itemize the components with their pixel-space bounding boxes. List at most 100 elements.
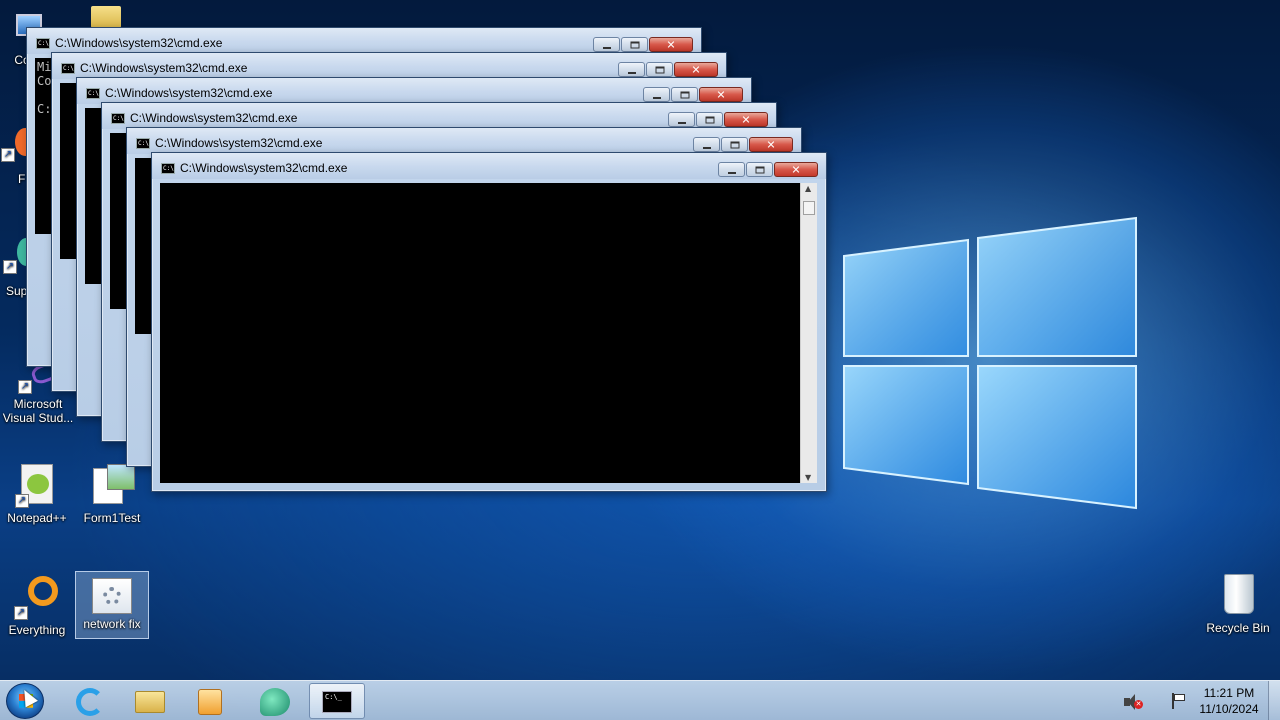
notification-area: ✕ <box>1118 681 1194 720</box>
windows-logo-wallpaper <box>843 216 1137 510</box>
maximize-icon <box>755 166 764 173</box>
window-titlebar[interactable]: C:\ C:\Windows\system32\cmd.exe ✕ <box>102 103 776 129</box>
cmd-window-6-active[interactable]: C:\ C:\Windows\system32\cmd.exe ✕ ▲ ▼ <box>151 152 827 492</box>
vertical-scrollbar[interactable]: ▲ ▼ <box>800 183 817 483</box>
cmd-app-icon: C:\ <box>86 88 100 99</box>
desktop-icon-network-fix[interactable]: network fix <box>75 571 149 639</box>
minimize-button[interactable] <box>668 112 695 127</box>
minimize-icon <box>702 146 711 149</box>
taskbar-media-player[interactable] <box>182 683 238 719</box>
desktop-icon-form1test[interactable]: Form1Test <box>74 462 150 525</box>
maximize-button[interactable] <box>721 137 748 152</box>
show-desktop-button[interactable] <box>1268 681 1280 720</box>
minimize-icon <box>627 71 636 74</box>
shortcut-arrow-icon: ↗ <box>14 606 28 620</box>
close-icon: ✕ <box>766 138 776 151</box>
minimize-icon <box>727 171 736 174</box>
minimize-button[interactable] <box>643 87 670 102</box>
folder-icon <box>91 6 121 28</box>
scroll-up-icon[interactable]: ▲ <box>805 184 811 193</box>
form-app-icon <box>89 462 135 508</box>
close-icon: ✕ <box>791 163 801 176</box>
clock-time: 11:21 PM <box>1203 686 1255 700</box>
shortcut-arrow-icon: ↗ <box>18 380 32 394</box>
close-button[interactable]: ✕ <box>774 162 818 177</box>
window-title: C:\Windows\system32\cmd.exe <box>155 136 323 150</box>
window-titlebar[interactable]: C:\ C:\Windows\system32\cmd.exe ✕ <box>152 153 826 179</box>
media-player-icon <box>198 689 222 715</box>
scroll-down-icon[interactable]: ▼ <box>805 473 811 482</box>
shortcut-arrow-icon: ↗ <box>3 260 17 274</box>
desktop-icon-label: F <box>18 172 26 186</box>
shortcut-arrow-icon: ↗ <box>15 494 29 508</box>
desktop-icon-label: Everything <box>8 623 66 637</box>
maximize-icon <box>655 66 664 73</box>
maximize-icon <box>680 91 689 98</box>
console-output[interactable] <box>160 183 800 483</box>
window-titlebar[interactable]: C:\ C:\Windows\system32\cmd.exe ✕ <box>52 53 726 79</box>
minimize-button[interactable] <box>618 62 645 77</box>
system-clock[interactable]: 11:21 PM 11/10/2024 <box>1194 685 1264 717</box>
cmd-icon: C:\_ <box>322 691 352 713</box>
close-button[interactable]: ✕ <box>699 87 743 102</box>
maximize-icon <box>630 41 639 48</box>
desktop-icon-label: Recycle Bin <box>1206 621 1270 635</box>
browser-icon: ↗ <box>1 126 35 162</box>
maximize-button[interactable] <box>746 162 773 177</box>
notepad-plus-plus-icon: ↗ <box>15 462 59 508</box>
cmd-app-icon: C:\ <box>61 63 75 74</box>
window-titlebar[interactable]: C:\ C:\Windows\system32\cmd.exe ✕ <box>27 28 701 54</box>
scrollbar-thumb[interactable] <box>803 201 815 215</box>
desktop-icon-label: Form1Test <box>83 511 141 525</box>
desktop-icon-label: network fix <box>83 617 141 631</box>
shortcut-arrow-icon: ↗ <box>1 148 15 162</box>
desktop-icon-label: Microsoft Visual Stud... <box>2 397 74 425</box>
taskbar: C:\_ ✕ 11:21 PM 11/10/2024 <box>0 680 1280 720</box>
maximize-button[interactable] <box>671 87 698 102</box>
app-icon <box>260 688 290 716</box>
minimize-icon <box>652 96 661 99</box>
maximize-button[interactable] <box>696 112 723 127</box>
taskbar-file-explorer[interactable] <box>122 683 178 719</box>
close-button[interactable]: ✕ <box>649 37 693 52</box>
minimize-button[interactable] <box>693 137 720 152</box>
cmd-app-icon: C:\ <box>161 163 175 174</box>
window-titlebar[interactable]: C:\ C:\Windows\system32\cmd.exe ✕ <box>77 78 751 104</box>
everything-search-icon: ↗ <box>14 574 60 620</box>
window-title: C:\Windows\system32\cmd.exe <box>180 161 348 175</box>
maximize-icon <box>730 141 739 148</box>
close-button[interactable]: ✕ <box>724 112 768 127</box>
desktop-icon-everything[interactable]: ↗ Everything <box>0 574 74 637</box>
close-icon: ✕ <box>691 63 701 76</box>
recycle-bin-icon <box>1220 570 1256 618</box>
window-titlebar[interactable]: C:\ C:\Windows\system32\cmd.exe ✕ <box>127 128 801 154</box>
taskbar-app[interactable] <box>246 683 302 719</box>
desktop-icon-label: Sup <box>6 284 28 298</box>
taskbar-internet-explorer[interactable] <box>62 683 118 719</box>
taskbar-cmd[interactable]: C:\_ <box>309 683 365 719</box>
batch-file-icon <box>92 578 132 614</box>
desktop-icon-notepad-plus-plus[interactable]: ↗ Notepad++ <box>0 462 74 525</box>
flag-icon[interactable] <box>1172 693 1186 709</box>
window-title: C:\Windows\system32\cmd.exe <box>105 86 273 100</box>
close-icon: ✕ <box>741 113 751 126</box>
internet-explorer-icon <box>76 688 104 716</box>
clock-date: 11/10/2024 <box>1199 702 1259 716</box>
desktop-icon-label: Notepad++ <box>7 511 67 525</box>
window-title: C:\Windows\system32\cmd.exe <box>80 61 248 75</box>
minimize-button[interactable] <box>718 162 745 177</box>
minimize-icon <box>677 121 686 124</box>
maximize-icon <box>705 116 714 123</box>
maximize-button[interactable] <box>621 37 648 52</box>
maximize-button[interactable] <box>646 62 673 77</box>
desktop-icon-recycle-bin[interactable]: Recycle Bin <box>1200 570 1276 635</box>
window-title: C:\Windows\system32\cmd.exe <box>55 36 223 50</box>
speaker-muted-icon[interactable]: ✕ <box>1124 694 1143 710</box>
minimize-button[interactable] <box>593 37 620 52</box>
cmd-app-icon: C:\ <box>36 38 50 49</box>
close-button[interactable]: ✕ <box>749 137 793 152</box>
close-button[interactable]: ✕ <box>674 62 718 77</box>
cmd-app-icon: C:\ <box>136 138 150 149</box>
window-title: C:\Windows\system32\cmd.exe <box>130 111 298 125</box>
close-icon: ✕ <box>716 88 726 101</box>
